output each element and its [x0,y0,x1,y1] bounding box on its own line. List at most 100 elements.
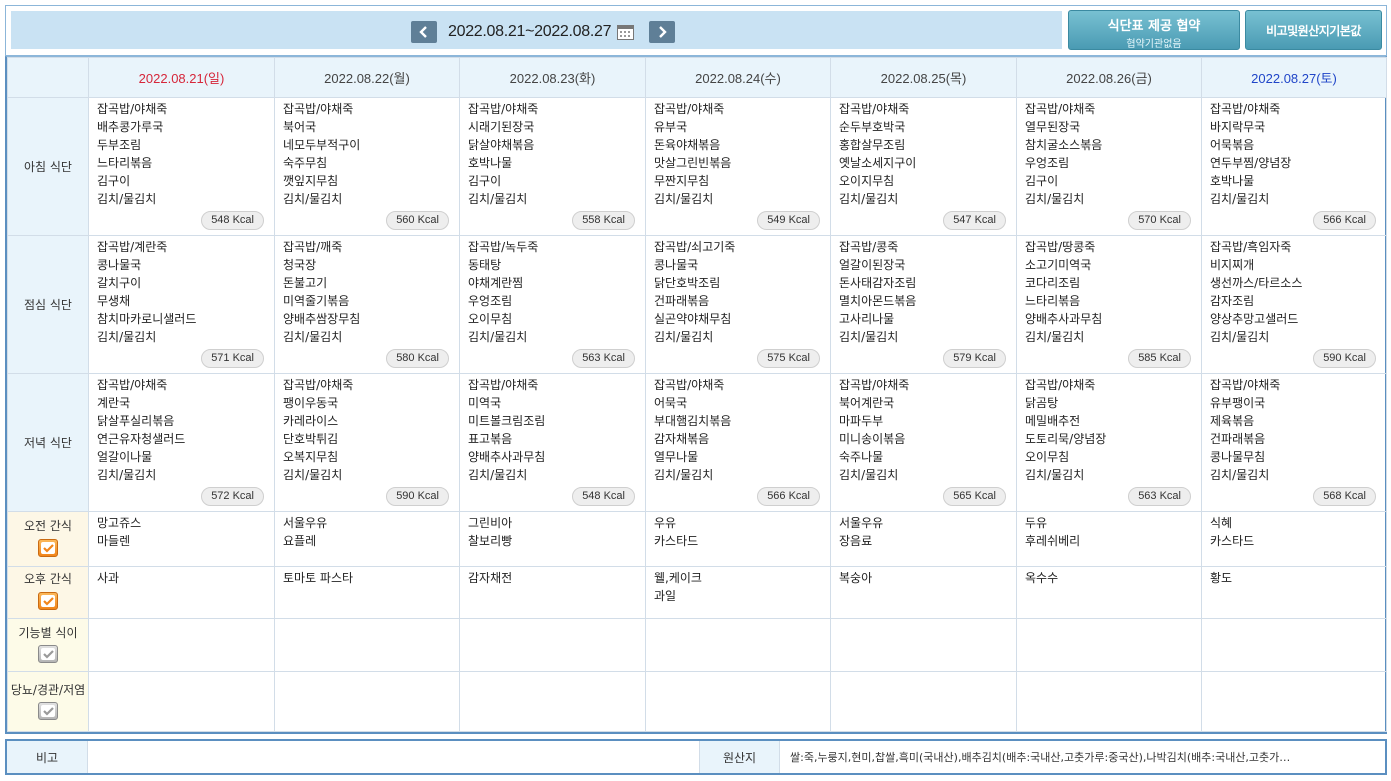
meal-menu: 잡곡밥/야채죽 시래기된장국 닭살야채볶음 호박나물 김구이 김치/물김치 558 Kcal [460,98,645,234]
row-checkbox[interactable] [38,538,58,557]
week-nav-bar: 2022.08.21~2022.08.27 [11,11,1062,49]
menu-item: 무생채 [97,294,131,308]
row-checkbox[interactable] [38,592,58,610]
snack-cell[interactable]: 식혜 카스타드 [1201,511,1387,567]
meal-plan-table: 2022.08.21(일) 2022.08.22(월) 2022.08.23(화… [5,56,1387,734]
row-checkbox[interactable] [38,645,58,663]
meal-cell[interactable]: 잡곡밥/흑임자죽 비지찌개 생선까스/타르소스 감자조림 양상추망고샐러드 김치/물김치 5… [1201,235,1387,374]
diet-cell[interactable] [274,618,460,672]
meal-cell[interactable]: 잡곡밥/야채죽 어묵국 부대햄김치볶음 감자채볶음 열무나물 김치/물김치 566 Kcal [645,373,831,512]
note-field[interactable] [88,741,700,773]
meal-cell[interactable]: 잡곡밥/야채죽 팽이우동국 카레라이스 단호박튀김 오복지무침 김치/물김치 590 Kca… [274,373,460,512]
menu-item: 김치/물김치 [1210,468,1270,482]
diet-cell[interactable] [88,671,275,732]
meal-cell[interactable]: 잡곡밥/야채죽 북어계란국 마파두부 미니송이볶음 숙주나물 김치/물김치 565 Kcal [830,373,1017,512]
meal-cell[interactable]: 잡곡밥/야채죽 시래기된장국 닭살야채볶음 호박나물 김구이 김치/물김치 558 Kcal [459,97,646,236]
row-checkbox[interactable] [38,701,58,720]
diet-cell[interactable] [830,671,1017,732]
prev-week-button[interactable] [411,21,437,43]
snack-cell[interactable]: 서울우유 요플레 [274,511,460,567]
snack-cell[interactable]: 그린비아 찰보리빵 [459,511,646,567]
snack-cell[interactable]: 옥수수 [1016,566,1202,619]
diet-row-functional: 기능별 식이 [7,618,1387,672]
day-header: 2022.08.24(수) [645,57,831,98]
snack-item: 장음료 [839,534,873,548]
meal-cell[interactable]: 잡곡밥/쇠고기죽 콩나물국 닭단호박조림 건파래볶음 실곤약야채무침 김치/물김치 575 … [645,235,831,374]
menu-item: 야채계란찜 [468,276,524,290]
snack-cell[interactable]: 감자채전 [459,566,646,619]
diet-cell[interactable] [88,618,275,672]
menu-item: 김치/물김치 [468,330,528,344]
meal-menu: 잡곡밥/야채죽 팽이우동국 카레라이스 단호박튀김 오복지무침 김치/물김치 590 Kca… [275,374,459,510]
menu-item: 갈치구이 [97,276,142,290]
next-week-button[interactable] [649,21,675,43]
kcal-badge: 575 Kcal [757,349,820,368]
diet-cell[interactable] [1201,618,1387,672]
meal-cell[interactable]: 잡곡밥/깨죽 청국장 돈불고기 미역줄기볶음 양배추쌈장무침 김치/물김치 580 Kcal [274,235,460,374]
snack-row-pm_snack: 오후 간식 사과 토마토 파스타 감자채전 웰,케이크 과일 복숭아 옥수수 황도 [7,566,1387,619]
menu-item: 숙주무침 [283,156,328,170]
origin-field[interactable]: 쌀:죽,누룽지,현미,찹쌀,흑미(국내산),배추김치(배추:국내산,고춧가루:중… [780,741,1385,773]
diet-cell[interactable] [645,618,831,672]
snack-cell[interactable]: 사과 [88,566,275,619]
diet-cell[interactable] [459,671,646,732]
meal-cell[interactable]: 잡곡밥/야채죽 열무된장국 참치굴소스볶음 우엉조림 김구이 김치/물김치 570 Kcal [1016,97,1202,236]
menu-item: 열무나물 [654,450,699,464]
diet-cell[interactable] [459,618,646,672]
meal-cell[interactable]: 잡곡밥/야채죽 유부국 돈육야채볶음 맛살그린빈볶음 무짠지무침 김치/물김치 549 Kc… [645,97,831,236]
snack-item: 카스타드 [654,534,699,548]
meal-cell[interactable]: 잡곡밥/야채죽 유부팽이국 제육볶음 건파래볶음 콩나물무침 김치/물김치 568 Kcal [1201,373,1387,512]
snack-cell[interactable]: 우유 카스타드 [645,511,831,567]
snack-cell[interactable]: 두유 후레쉬베리 [1016,511,1202,567]
kcal-badge: 580 Kcal [386,349,449,368]
note-origin-default-button[interactable]: 비고및원산지기본값 [1245,10,1382,50]
diet-cell[interactable] [1016,671,1202,732]
snack-cell[interactable]: 토마토 파스타 [274,566,460,619]
menu-item: 잡곡밥/콩죽 [839,240,899,254]
origin-label: 원산지 [700,741,780,773]
snack-cell[interactable]: 웰,케이크 과일 [645,566,831,619]
snack-cell[interactable]: 망고쥬스 마들렌 [88,511,275,567]
menu-item: 김치/물김치 [468,192,528,206]
meal-plan-agreement-button[interactable]: 식단표 제공 협약 협약기관없음 [1068,10,1240,50]
meal-cell[interactable]: 잡곡밥/야채죽 배추콩가루국 두부조림 느타리볶음 김구이 김치/물김치 548 Kcal [88,97,275,236]
diet-cell[interactable] [1201,671,1387,732]
menu-item: 단호박튀김 [283,432,339,446]
snack-menu: 서울우유 요플레 [275,512,459,552]
meal-menu: 잡곡밥/녹두죽 동태탕 야채계란찜 우엉조림 오이무침 김치/물김치 563 Kcal [460,236,645,372]
menu-item: 호박나물 [1210,174,1255,188]
meal-cell[interactable]: 잡곡밥/녹두죽 동태탕 야채계란찜 우엉조림 오이무침 김치/물김치 563 Kcal [459,235,646,374]
snack-cell[interactable]: 복숭아 [830,566,1017,619]
menu-item: 우엉조림 [468,294,513,308]
kcal-badge: 572 Kcal [201,487,264,506]
snack-menu: 망고쥬스 마들렌 [89,512,274,552]
checkmark-icon [43,543,54,553]
menu-item: 잡곡밥/야채죽 [97,102,168,116]
meal-menu: 잡곡밥/야채죽 유부국 돈육야채볶음 맛살그린빈볶음 무짠지무침 김치/물김치 549 Kc… [646,98,830,234]
diet-cell[interactable] [1016,618,1202,672]
meal-cell[interactable]: 잡곡밥/야채죽 미역국 미트볼크림조림 표고볶음 양배추사과무침 김치/물김치 548 Kc… [459,373,646,512]
snack-cell[interactable]: 황도 [1201,566,1387,619]
snack-item: 복숭아 [839,571,873,585]
menu-item: 감자채볶음 [654,432,710,446]
snack-cell[interactable]: 서울우유 장음료 [830,511,1017,567]
meal-cell[interactable]: 잡곡밥/계란죽 콩나물국 갈치구이 무생채 참치마카로니샐러드 김치/물김치 571 Kca… [88,235,275,374]
diet-cell[interactable] [830,618,1017,672]
menu-item: 김구이 [468,174,502,188]
diet-cell[interactable] [645,671,831,732]
kcal-badge: 548 Kcal [201,211,264,230]
calendar-icon[interactable] [617,25,634,40]
meal-cell[interactable]: 잡곡밥/야채죽 북어국 네모두부적구이 숙주무침 깻잎지무침 김치/물김치 560 Kcal [274,97,460,236]
meal-menu: 잡곡밥/야채죽 배추콩가루국 두부조림 느타리볶음 김구이 김치/물김치 548 Kcal [89,98,274,234]
snack-menu: 웰,케이크 과일 [646,567,830,607]
meal-cell[interactable]: 잡곡밥/땅콩죽 소고기미역국 코다리조림 느타리볶음 양배추사과무침 김치/물김치 585 … [1016,235,1202,374]
meal-cell[interactable]: 잡곡밥/콩죽 얼갈이된장국 돈사태감자조림 멸치아몬드볶음 고사리나물 김치/물김치 579… [830,235,1017,374]
menu-item: 미역국 [468,396,502,410]
meal-cell[interactable]: 잡곡밥/야채죽 순두부호박국 홍합살무조림 옛날소세지구이 오이지무침 김치/물김치 547… [830,97,1017,236]
meal-cell[interactable]: 잡곡밥/야채죽 계란국 닭살푸실리볶음 연근유자청샐러드 얼갈이나물 김치/물김치 572 … [88,373,275,512]
diet-cell[interactable] [274,671,460,732]
meal-cell[interactable]: 잡곡밥/야채죽 닭곰탕 메밀배추전 도토리묵/양념장 오이무침 김치/물김치 563 Kca… [1016,373,1202,512]
day-header: 2022.08.25(목) [830,57,1017,98]
meal-cell[interactable]: 잡곡밥/야채죽 바지락무국 어묵볶음 연두부찜/양념장 호박나물 김치/물김치 566 Kc… [1201,97,1387,236]
row-header-diabetes: 당뇨/경관/저염 [7,671,89,732]
